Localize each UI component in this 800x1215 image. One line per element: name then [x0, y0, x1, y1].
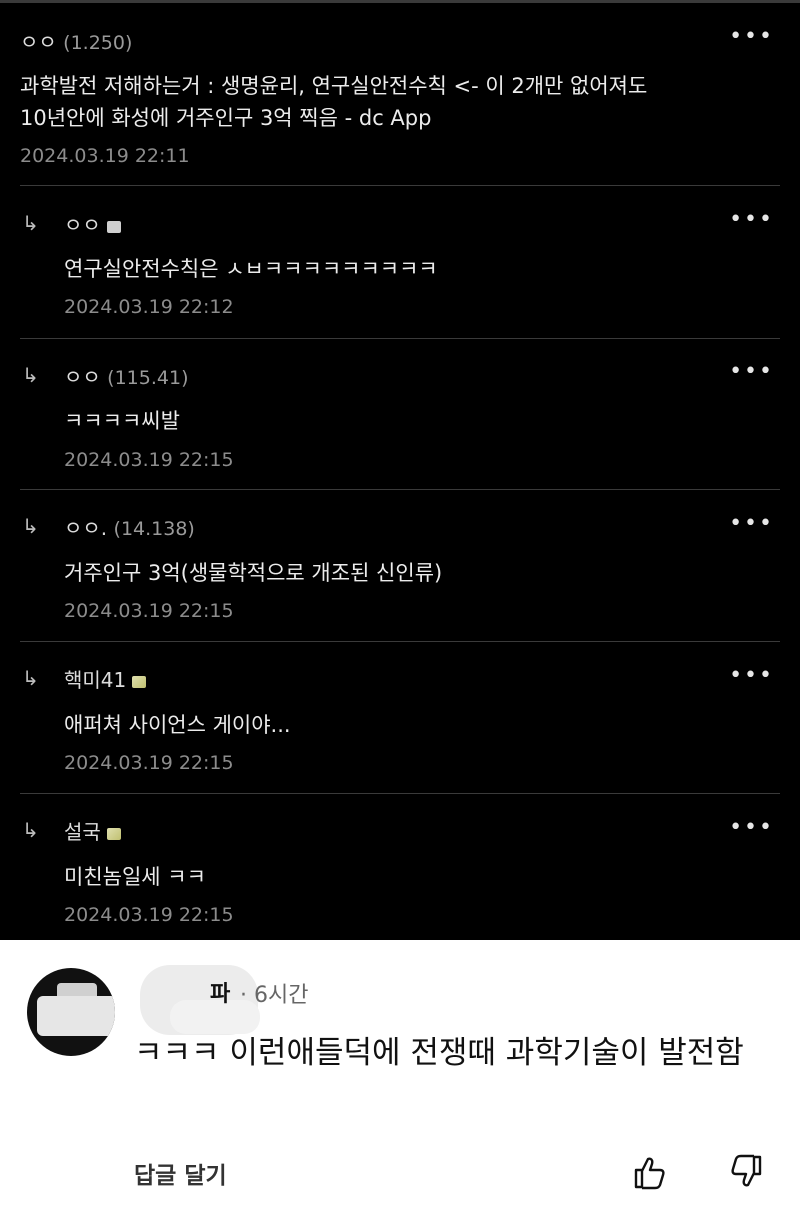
reply-date: 2024.03.19 22:15 [64, 600, 234, 622]
comment-author[interactable]: 파 [210, 976, 230, 1008]
reply-nick: ㅇㅇ [64, 213, 101, 237]
member-badge-icon [106, 221, 121, 233]
avatar[interactable] [27, 968, 115, 1056]
reply-ip: (115.41) [107, 367, 189, 389]
top-divider [0, 0, 800, 3]
more-dots-icon[interactable]: ••• [729, 207, 774, 232]
more-dots-icon[interactable]: ••• [729, 359, 774, 384]
reply-author: ㅇㅇ [64, 209, 121, 238]
reply-nick: ㅇㅇ [64, 365, 101, 389]
reply-body: 연구실안전수칙은 ㅅㅂㅋㅋㅋㅋㅋㅋㅋㅋㅋ [64, 257, 438, 281]
reply-date: 2024.03.19 22:12 [64, 296, 234, 318]
member-badge-icon [106, 828, 121, 840]
reply-date: 2024.03.19 22:15 [64, 904, 234, 926]
comment-text: ㅋㅋㅋ 이런애들덕에 전쟁때 과학기술이 발전함 [134, 1035, 744, 1071]
more-dots-icon[interactable]: ••• [729, 815, 774, 840]
post-author: ㅇㅇ (1.250) [20, 26, 132, 55]
reply-author: 핵미41 [64, 664, 147, 693]
more-dots-icon[interactable]: ••• [729, 663, 774, 688]
reply-body: 거주인구 3억(생물학적으로 개조된 신인류) [64, 561, 443, 585]
reply-nick: ㅇㅇ. [64, 516, 108, 540]
reply-author: ㅇㅇ (115.41) [64, 361, 188, 390]
comment-time: · 6시간 [240, 983, 309, 1008]
divider [20, 338, 780, 339]
reply-arrow-icon: ↳ [22, 666, 39, 690]
reply-body: ㅋㅋㅋㅋ씨발 [64, 409, 180, 433]
divider [20, 489, 780, 490]
more-dots-icon[interactable]: ••• [729, 511, 774, 536]
post-body-line2: 10년안에 화성에 거주인구 3억 찍음 - dc App [20, 106, 432, 130]
reply-author: 설국 [64, 816, 121, 845]
reply-nick: 설국 [64, 820, 101, 844]
thumbs-down-icon[interactable] [726, 1152, 766, 1192]
reply-arrow-icon: ↳ [22, 211, 39, 235]
reply-date: 2024.03.19 22:15 [64, 449, 234, 471]
post-ip: (1.250) [63, 32, 133, 54]
reply-arrow-icon: ↳ [22, 363, 39, 387]
reply-ip: (14.138) [113, 518, 195, 540]
post-date: 2024.03.19 22:11 [20, 145, 190, 167]
reply-author: ㅇㅇ. (14.138) [64, 512, 195, 541]
reply-body: 애퍼쳐 사이언스 게이야... [64, 713, 291, 737]
thumbs-up-icon[interactable] [630, 1152, 670, 1192]
divider [20, 641, 780, 642]
reply-body: 미친놈일세 ㅋㅋ [64, 865, 206, 889]
post-body-line1: 과학발전 저해하는거 : 생명윤리, 연구실안전수칙 <- 이 2개만 없어져도 [20, 74, 648, 98]
reply-arrow-icon: ↳ [22, 818, 39, 842]
more-dots-icon[interactable]: ••• [729, 24, 774, 49]
member-badge-icon [132, 676, 147, 688]
reply-button[interactable]: 답글 달기 [134, 1156, 227, 1190]
reply-nick: 핵미41 [64, 668, 127, 692]
reply-arrow-icon: ↳ [22, 514, 39, 538]
post-nick: ㅇㅇ [20, 30, 57, 54]
avatar-blur [37, 996, 115, 1036]
divider [20, 793, 780, 794]
divider [20, 185, 780, 186]
reply-date: 2024.03.19 22:15 [64, 752, 234, 774]
